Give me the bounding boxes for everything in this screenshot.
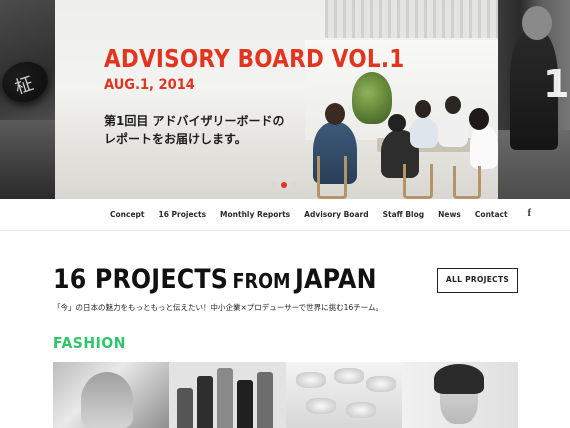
project-thumbnail[interactable] (169, 362, 286, 428)
ceiling-pipes (325, 0, 498, 38)
person-head (445, 96, 461, 114)
model-hair (434, 364, 484, 394)
nav-item-monthly-reports[interactable]: Monthly Reports (220, 210, 290, 219)
page-title-part: FROM (232, 269, 291, 293)
nav-item-16-projects[interactable]: 16 Projects (158, 210, 206, 219)
hero-title[interactable]: ADVISORY BOARD VOL.1 (104, 44, 404, 73)
page-title-part: 16 PROJECTS (53, 264, 229, 295)
model-photo (81, 372, 133, 428)
slider-dot[interactable] (271, 182, 277, 188)
nav-item-contact[interactable]: Contact (475, 210, 508, 219)
hero-description-line: レポートをお届けします。 (104, 132, 247, 146)
slider-dots (271, 182, 297, 188)
all-projects-button[interactable]: ALL PROJECTS (437, 268, 518, 293)
next-slide-person-head (522, 6, 552, 40)
page-title-part: JAPAN (295, 264, 377, 295)
chair (317, 156, 347, 199)
person (410, 118, 438, 148)
person (438, 115, 468, 147)
slider-dot[interactable] (291, 182, 297, 188)
fabric-roll (177, 388, 193, 428)
fabric-roll (197, 376, 213, 428)
page-subtext: 「今」の日本の魅力をもっともっと伝えたい！中小企業×プロデューサーで世界に挑む1… (53, 303, 384, 312)
fabric-roll (237, 380, 253, 428)
project-thumbnail[interactable] (286, 362, 402, 428)
person (470, 125, 498, 169)
hero-date: AUG.1, 2014 (104, 77, 195, 93)
nav-item-advisory-board[interactable]: Advisory Board (304, 210, 368, 219)
project-thumbnail[interactable] (402, 362, 518, 428)
page-title: 16 PROJECTS FROM JAPAN (53, 264, 421, 295)
person-head (325, 103, 345, 125)
bow-tie (366, 376, 396, 392)
hero-description: 第1回目 アドバイザリーボードの レポートをお届けします。 (104, 112, 304, 148)
chair (403, 164, 433, 199)
section-label-fashion: FASHION (53, 334, 126, 352)
bow-tie (296, 372, 326, 388)
nav-item-staff-blog[interactable]: Staff Blog (383, 210, 425, 219)
person-head (469, 108, 489, 130)
fabric-roll (257, 372, 273, 428)
slider-dot-active[interactable] (281, 182, 287, 188)
fashion-project-strip (53, 362, 518, 428)
person-head (388, 114, 406, 132)
fabric-roll (217, 368, 233, 428)
stamp-glyph: 柾 (12, 73, 36, 99)
main-nav: Concept 16 Projects Monthly Reports Advi… (0, 199, 570, 231)
prev-slide-shade (0, 120, 55, 199)
nav-item-concept[interactable]: Concept (110, 210, 144, 219)
chair (453, 166, 481, 199)
hero-photo[interactable] (55, 0, 498, 199)
hero-description-line: 第1回目 アドバイザリーボードの (104, 114, 285, 128)
plant (352, 72, 392, 124)
next-slide-number: 1 (543, 62, 570, 106)
person-head (415, 100, 431, 118)
stamp-image: 柾 (0, 55, 54, 109)
project-thumbnail[interactable] (53, 362, 169, 428)
nav-item-news[interactable]: News (438, 210, 461, 219)
hero-slider[interactable]: 柾 ADVISORY BOARD VOL.1 AUG.1, 2014 第1回目 … (0, 0, 570, 199)
next-slide-preview[interactable]: 1 (498, 0, 570, 199)
bow-tie (306, 398, 336, 414)
facebook-icon[interactable]: f (528, 208, 531, 219)
bow-tie (346, 402, 376, 418)
bow-tie (334, 368, 364, 384)
nav-links: Concept 16 Projects Monthly Reports Advi… (110, 208, 531, 219)
prev-slide-preview[interactable]: 柾 (0, 0, 55, 199)
